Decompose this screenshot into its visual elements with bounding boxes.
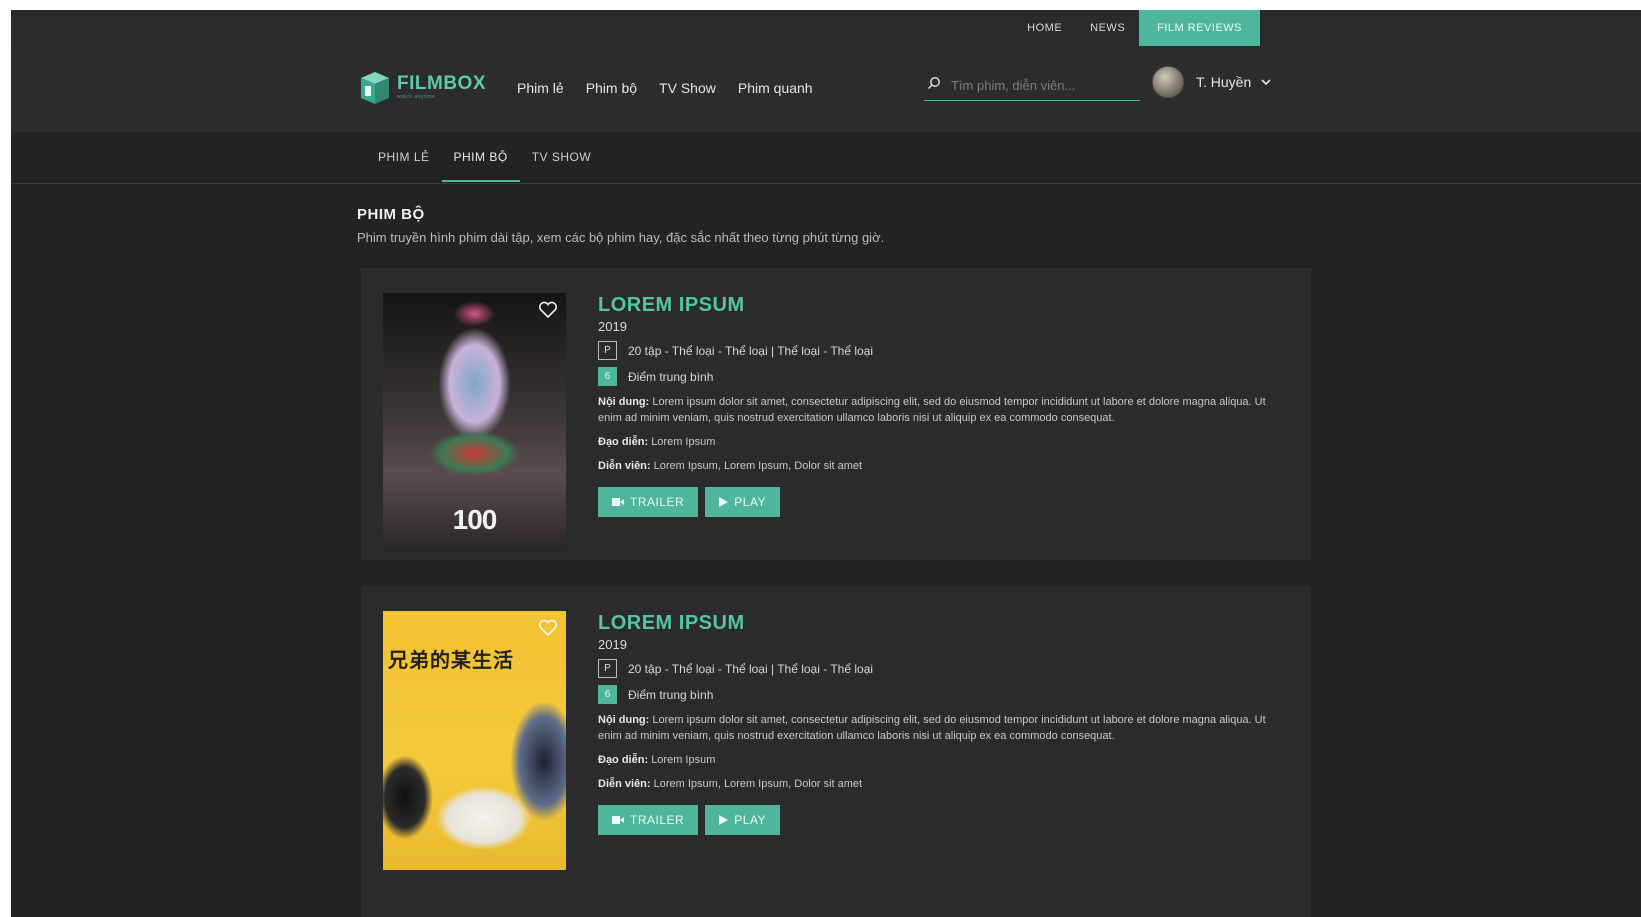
movie-meta: 20 tập - Thể loại - Thể loại | Thể loại … — [628, 343, 874, 358]
section-title: PHIM BỘ — [357, 206, 425, 223]
tab-phim-le[interactable]: PHIM LẺ — [366, 142, 442, 182]
score-label: Điểm trung bình — [628, 687, 714, 702]
nav-item-phim-le[interactable]: Phim lẻ — [517, 80, 564, 96]
movie-cast: Diễn viên: Lorem Ipsum, Lorem Ipsum, Dol… — [598, 776, 1278, 792]
poster-caption: 兄弟的某生活 — [388, 650, 514, 672]
tabs-divider — [11, 183, 1641, 184]
play-button[interactable]: PLAY — [705, 487, 780, 517]
brand-logo[interactable]: FILMBOX watch anytime — [357, 68, 486, 106]
director-text: Lorem Ipsum — [651, 436, 716, 448]
movie-info: LOREM IPSUM 2019 P 20 tập - Thể loại - T… — [598, 611, 1278, 835]
movie-year: 2019 — [598, 637, 627, 652]
trailer-button[interactable]: TRAILER — [598, 487, 699, 517]
category-tabs: PHIM LẺ PHIM BỘ TV SHOW — [366, 142, 603, 182]
movie-director: Đạo diễn: Lorem Ipsum — [598, 434, 1278, 450]
top-strip: Home News Film reviews — [11, 10, 1641, 46]
content-label: Nội dung: — [598, 714, 650, 726]
trailer-label: TRAILER — [630, 495, 685, 509]
top-link-news[interactable]: News — [1076, 10, 1139, 46]
content-text: Lorem ipsum dolor sit amet, consectetur … — [598, 396, 1266, 424]
movie-actions: TRAILER PLAY — [598, 805, 1278, 835]
app-frame: Home News Film reviews FILMBOX watch any… — [11, 10, 1641, 917]
search-icon[interactable] — [924, 76, 941, 95]
poster-caption: 100 — [452, 504, 498, 535]
search-bar — [924, 70, 1140, 101]
movie-info: LOREM IPSUM 2019 P 20 tập - Thể loại - T… — [598, 293, 1278, 517]
main-nav: Phim lẻ Phim bộ TV Show Phim quanh — [517, 80, 835, 96]
cast-text: Lorem Ipsum, Lorem Ipsum, Dolor sit amet — [653, 460, 863, 472]
nav-item-tv-show[interactable]: TV Show — [659, 80, 716, 96]
heart-icon[interactable] — [538, 301, 558, 324]
brand-tagline: watch anytime — [397, 94, 436, 100]
avatar[interactable] — [1152, 66, 1184, 98]
movie-title[interactable]: LOREM IPSUM — [598, 293, 1278, 317]
content-label: Nội dung: — [598, 396, 650, 408]
movie-meta: 20 tập - Thể loại - Thể loại | Thể loại … — [628, 661, 874, 676]
nav-item-phim-bo[interactable]: Phim bộ — [586, 80, 637, 96]
brand-text: FILMBOX watch anytime — [397, 73, 486, 101]
play-button[interactable]: PLAY — [705, 805, 780, 835]
movie-actions: TRAILER PLAY — [598, 487, 1278, 517]
movie-cast: Diễn viên: Lorem Ipsum, Lorem Ipsum, Dol… — [598, 458, 1278, 474]
cast-label: Diễn viên: — [598, 778, 651, 790]
movie-year: 2019 — [598, 319, 627, 334]
movie-content: Nội dung: Lorem ipsum dolor sit amet, co… — [598, 394, 1278, 426]
user-name: T. Huyền — [1196, 74, 1252, 90]
heart-icon[interactable] — [538, 619, 558, 642]
score-label: Điểm trung bình — [628, 369, 714, 384]
cast-label: Diễn viên: — [598, 460, 651, 472]
tab-phim-bo[interactable]: PHIM BỘ — [441, 142, 520, 182]
play-icon — [719, 815, 729, 825]
content-text: Lorem ipsum dolor sit amet, consectetur … — [598, 714, 1266, 742]
movie-card: 兄弟的某生活 LOREM IPSUM 2019 P 20 tập - Thể l… — [361, 586, 1311, 917]
movie-meta-row: P 20 tập - Thể loại - Thể loại | Thể loạ… — [598, 659, 1278, 678]
play-label: PLAY — [734, 495, 766, 509]
play-icon — [719, 497, 729, 507]
movie-score-row: 6 Điểm trung bình — [598, 367, 1278, 386]
brand-name: FILMBOX — [397, 73, 486, 94]
play-label: PLAY — [734, 813, 766, 827]
movie-director: Đạo diễn: Lorem Ipsum — [598, 752, 1278, 768]
director-label: Đạo diễn: — [598, 436, 649, 448]
movie-title[interactable]: LOREM IPSUM — [598, 611, 1278, 635]
top-links: Home News Film reviews — [1013, 10, 1260, 46]
movie-card: 100 LOREM IPSUM 2019 P 20 tập - Thể loại… — [361, 268, 1311, 560]
user-menu[interactable]: T. Huyền — [1152, 66, 1271, 98]
trailer-button[interactable]: TRAILER — [598, 805, 699, 835]
top-link-home[interactable]: Home — [1013, 10, 1076, 46]
movie-meta-row: P 20 tập - Thể loại - Thể loại | Thể loạ… — [598, 341, 1278, 360]
movie-content: Nội dung: Lorem ipsum dolor sit amet, co… — [598, 712, 1278, 744]
director-label: Đạo diễn: — [598, 754, 649, 766]
video-icon — [612, 498, 624, 506]
search-input[interactable] — [949, 76, 1133, 94]
director-text: Lorem Ipsum — [651, 754, 716, 766]
movie-poster[interactable]: 兄弟的某生活 — [383, 611, 566, 870]
movie-poster[interactable]: 100 — [383, 293, 566, 552]
video-icon — [612, 816, 624, 824]
age-rating-badge: P — [598, 341, 617, 360]
main-header: FILMBOX watch anytime Phim lẻ Phim bộ TV… — [11, 46, 1641, 132]
cast-text: Lorem Ipsum, Lorem Ipsum, Dolor sit amet — [653, 778, 863, 790]
nav-item-phim-quanh[interactable]: Phim quanh — [738, 80, 813, 96]
trailer-label: TRAILER — [630, 813, 685, 827]
top-link-film-reviews[interactable]: Film reviews — [1139, 10, 1260, 46]
chevron-down-icon[interactable] — [1261, 73, 1271, 91]
tab-tv-show[interactable]: TV SHOW — [520, 142, 604, 182]
score-badge: 6 — [598, 685, 617, 704]
score-badge: 6 — [598, 367, 617, 386]
section-description: Phim truyền hình phim dài tập, xem các b… — [357, 230, 885, 245]
age-rating-badge: P — [598, 659, 617, 678]
movie-score-row: 6 Điểm trung bình — [598, 685, 1278, 704]
film-box-icon — [357, 68, 393, 106]
